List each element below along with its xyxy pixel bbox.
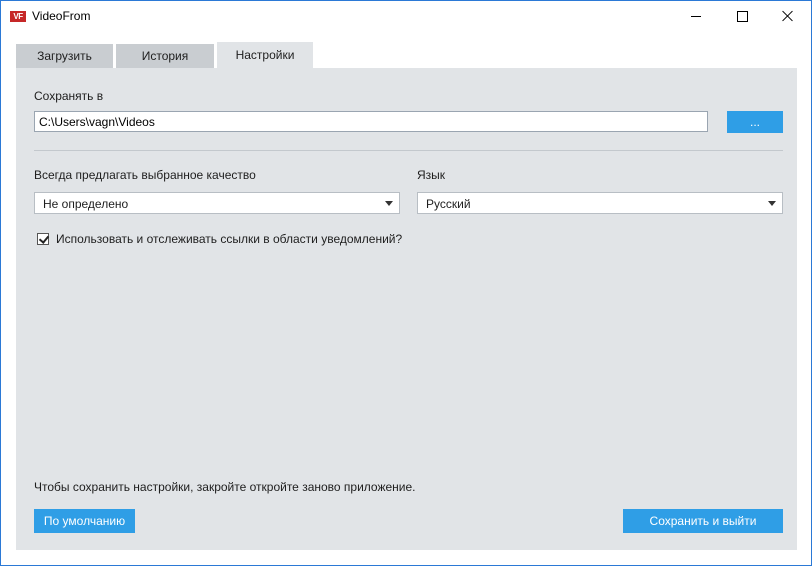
minimize-icon <box>691 15 701 17</box>
save-and-exit-button[interactable]: Сохранить и выйти <box>623 509 783 533</box>
checkmark-icon <box>38 233 50 244</box>
quality-label: Всегда предлагать выбранное качество <box>34 168 256 182</box>
restart-note: Чтобы сохранить настройки, закройте откр… <box>34 480 416 494</box>
quality-select-value: Не определено <box>43 197 129 211</box>
chevron-down-icon <box>768 201 776 206</box>
divider <box>34 150 783 151</box>
app-logo-icon: VF <box>10 11 26 22</box>
window-title: VideoFrom <box>32 9 91 23</box>
close-icon <box>782 10 794 22</box>
quality-select[interactable]: Не определено <box>34 192 400 214</box>
language-label: Язык <box>417 168 446 182</box>
close-button[interactable] <box>765 1 811 31</box>
save-to-label: Сохранять в <box>34 89 104 103</box>
tab-history[interactable]: История <box>116 44 214 68</box>
minimize-button[interactable] <box>673 1 719 31</box>
settings-panel: Сохранять в ... Всегда предлагать выбран… <box>16 68 797 550</box>
app-window: VF VideoFrom Загрузить История Настройки… <box>0 0 812 566</box>
maximize-button[interactable] <box>719 1 765 31</box>
tab-settings[interactable]: Настройки <box>217 42 313 68</box>
language-select-value: Русский <box>426 197 471 211</box>
tray-links-checkbox[interactable] <box>37 233 50 245</box>
language-select[interactable]: Русский <box>417 192 783 214</box>
tray-links-label: Использовать и отслеживать ссылки в обла… <box>56 232 403 246</box>
default-button[interactable]: По умолчанию <box>34 509 135 533</box>
maximize-icon <box>736 10 748 22</box>
title-bar[interactable]: VF VideoFrom <box>1 1 811 31</box>
browse-button[interactable]: ... <box>727 111 783 133</box>
tab-download[interactable]: Загрузить <box>16 44 113 68</box>
save-path-input[interactable] <box>34 111 708 132</box>
chevron-down-icon <box>385 201 393 206</box>
